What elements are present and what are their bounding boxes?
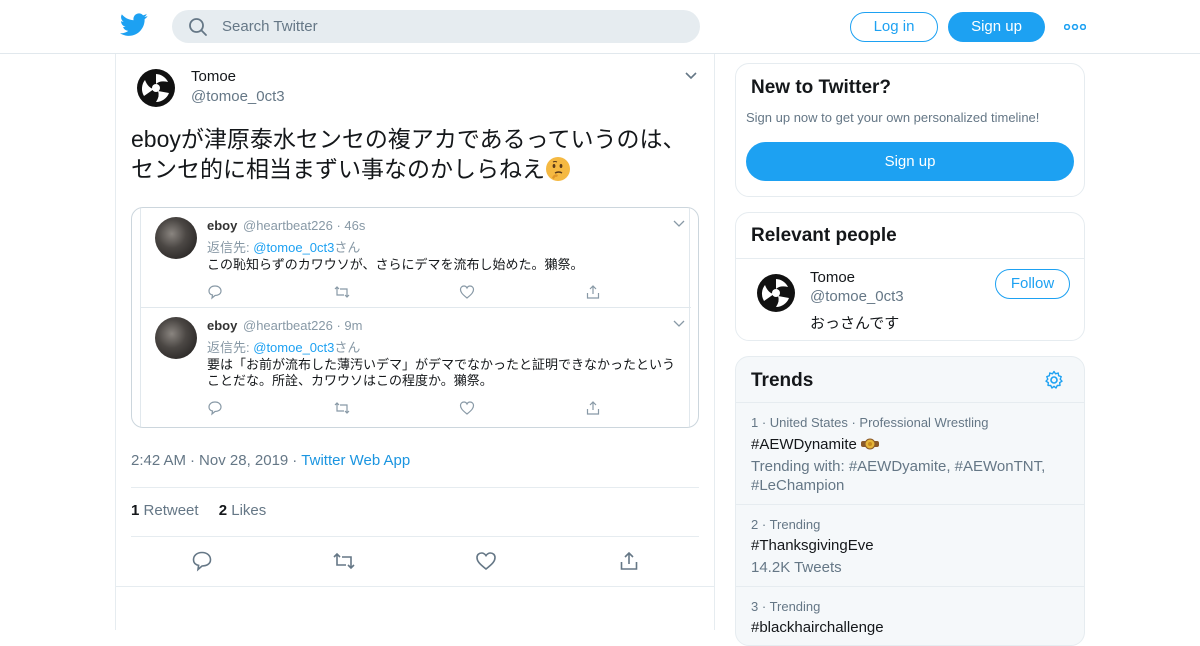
trend-tag: #AEWDynamite — [751, 436, 880, 453]
tweet-source-link[interactable]: Twitter Web App — [301, 452, 410, 469]
share-icon — [585, 284, 601, 305]
author-name[interactable]: Tomoe — [191, 68, 236, 85]
relevant-people-card: Relevant people Tomoe @tomoe_0ct3 おっさんです… — [735, 212, 1085, 341]
card-subtitle: Sign up now to get your own personalized… — [746, 110, 1040, 125]
follow-button[interactable]: Follow — [995, 269, 1070, 299]
like-icon — [459, 400, 475, 421]
card-title: Relevant people — [751, 225, 897, 246]
reply-to-suffix: さん — [334, 340, 361, 355]
avatar[interactable] — [756, 273, 796, 313]
reply-action-bar — [207, 400, 607, 416]
reply-icon — [207, 284, 223, 305]
search-input[interactable]: Search Twitter — [222, 18, 318, 35]
share-icon — [585, 400, 601, 421]
tweet-text: eboyが津原泰水センセの複アカであるっていうのは、センセ的に相当まずい事なのか… — [131, 124, 691, 184]
reply-text: この恥知らずのカワウソが、さらにデマを流布し始めた。獺祭。 — [207, 257, 584, 272]
reply-icon[interactable] — [191, 550, 213, 577]
twitter-bird-logo-icon[interactable] — [120, 13, 148, 37]
trend-item[interactable]: 1 · United States · Professional Wrestli… — [736, 402, 1084, 504]
quoted-replies: eboy @heartbeat226 · 46s 返信先: @tomoe_0ct… — [140, 208, 691, 427]
chevron-down-icon — [673, 320, 685, 327]
trend-item[interactable]: 3 · Trending #blackhairchallenge — [736, 586, 1084, 646]
reply-action-bar — [207, 284, 607, 300]
search-icon — [189, 18, 207, 36]
tweet-date[interactable]: Nov 28, 2019 — [199, 452, 288, 469]
retweet-stat[interactable]: 1 Retweet — [131, 502, 199, 519]
chevron-down-icon[interactable] — [684, 71, 698, 81]
person-handle[interactable]: @tomoe_0ct3 — [810, 288, 904, 305]
trend-tag: #ThanksgivingEve — [751, 537, 874, 554]
signup-button[interactable]: Sign up — [746, 142, 1074, 181]
reply-to: 返信先: @tomoe_0ct3さん — [207, 337, 360, 356]
reply-time: 46s — [344, 218, 366, 233]
top-navigation-bar: Search Twitter Log in Sign up — [0, 0, 1200, 54]
like-icon[interactable] — [475, 550, 497, 577]
new-to-twitter-card: New to Twitter? Sign up now to get your … — [735, 63, 1085, 197]
chevron-down-icon — [673, 220, 685, 227]
gear-icon[interactable] — [1044, 370, 1064, 390]
retweet-icon — [333, 400, 351, 421]
retweet-icon — [333, 284, 351, 305]
tweet-body: eboyが津原泰水センセの複アカであるっていうのは、センセ的に相当まずい事なのか… — [131, 126, 686, 182]
retweet-icon[interactable] — [332, 550, 356, 577]
login-button[interactable]: Log in — [850, 12, 938, 42]
trend-context: 2 · Trending — [751, 517, 821, 532]
trend-subtext: 14.2K Tweets — [751, 559, 842, 576]
tweet-detail-column: Tomoe @tomoe_0ct3 eboyが津原泰水センセの複アカであるってい… — [115, 54, 715, 630]
reply-to: 返信先: @tomoe_0ct3さん — [207, 237, 360, 256]
reply-author-name: eboy — [207, 318, 238, 333]
reply-to-prefix: 返信先: — [207, 340, 250, 355]
search-bar[interactable]: Search Twitter — [172, 10, 700, 43]
divider — [736, 258, 1084, 259]
reply-author-handle: @heartbeat226 — [243, 318, 333, 333]
reply-time: 9m — [344, 318, 363, 333]
tweet-action-bar — [116, 548, 714, 578]
trend-context: 1 · United States · Professional Wrestli… — [751, 415, 989, 430]
avatar — [155, 217, 197, 259]
divider — [131, 487, 699, 488]
championship-belt-icon — [861, 438, 880, 450]
trends-card: Trends 1 · United States · Professional … — [735, 356, 1085, 646]
avatar — [155, 317, 197, 359]
tweet-timestamp: 2:42 AM · Nov 28, 2019 · Twitter Web App — [131, 452, 411, 469]
divider — [131, 536, 699, 537]
like-icon — [459, 284, 475, 305]
list-item: eboy @heartbeat226 · 9m 返信先: @tomoe_0ct3… — [141, 307, 691, 416]
person-bio: おっさんです — [810, 315, 900, 332]
reply-meta: @heartbeat226 · 9m — [243, 318, 363, 333]
reply-to-handle: @tomoe_0ct3 — [253, 340, 335, 355]
more-options-icon[interactable] — [1064, 24, 1086, 30]
trend-item[interactable]: 2 · Trending #ThanksgivingEve 14.2K Twee… — [736, 504, 1084, 586]
trend-context: 3 · Trending — [751, 599, 821, 614]
person-name[interactable]: Tomoe — [810, 269, 855, 286]
reply-author-handle: @heartbeat226 — [243, 218, 333, 233]
thinking-face-emoji-icon — [546, 157, 570, 181]
reply-author-name: eboy — [207, 218, 238, 233]
share-icon[interactable] — [618, 550, 640, 577]
divider — [116, 586, 714, 587]
reply-meta: @heartbeat226 · 46s — [243, 218, 366, 233]
reply-to-prefix: 返信先: — [207, 240, 250, 255]
reply-to-handle: @tomoe_0ct3 — [253, 240, 335, 255]
tweet-stats: 1 Retweet 2 Likes — [131, 502, 266, 519]
author-avatar[interactable] — [136, 68, 176, 108]
card-title: New to Twitter? — [751, 77, 892, 98]
author-handle[interactable]: @tomoe_0ct3 — [191, 88, 285, 105]
trend-tag: #blackhairchallenge — [751, 619, 884, 636]
reply-text: 要は「お前が流布した薄汚いデマ」がデマでなかったと証明できなかったということだな… — [207, 357, 676, 388]
reply-icon — [207, 400, 223, 421]
likes-stat[interactable]: 2 Likes — [219, 502, 267, 519]
tweet-attached-image[interactable]: eboy @heartbeat226 · 46s 返信先: @tomoe_0ct… — [131, 207, 699, 428]
trend-subtext: Trending with: #AEWDyamite, #AEWonTNT, #… — [751, 458, 1046, 494]
reply-to-suffix: さん — [334, 240, 361, 255]
card-title: Trends — [751, 370, 814, 391]
signup-button[interactable]: Sign up — [948, 12, 1045, 42]
tweet-time[interactable]: 2:42 AM — [131, 452, 186, 469]
list-item: eboy @heartbeat226 · 46s 返信先: @tomoe_0ct… — [141, 208, 691, 306]
